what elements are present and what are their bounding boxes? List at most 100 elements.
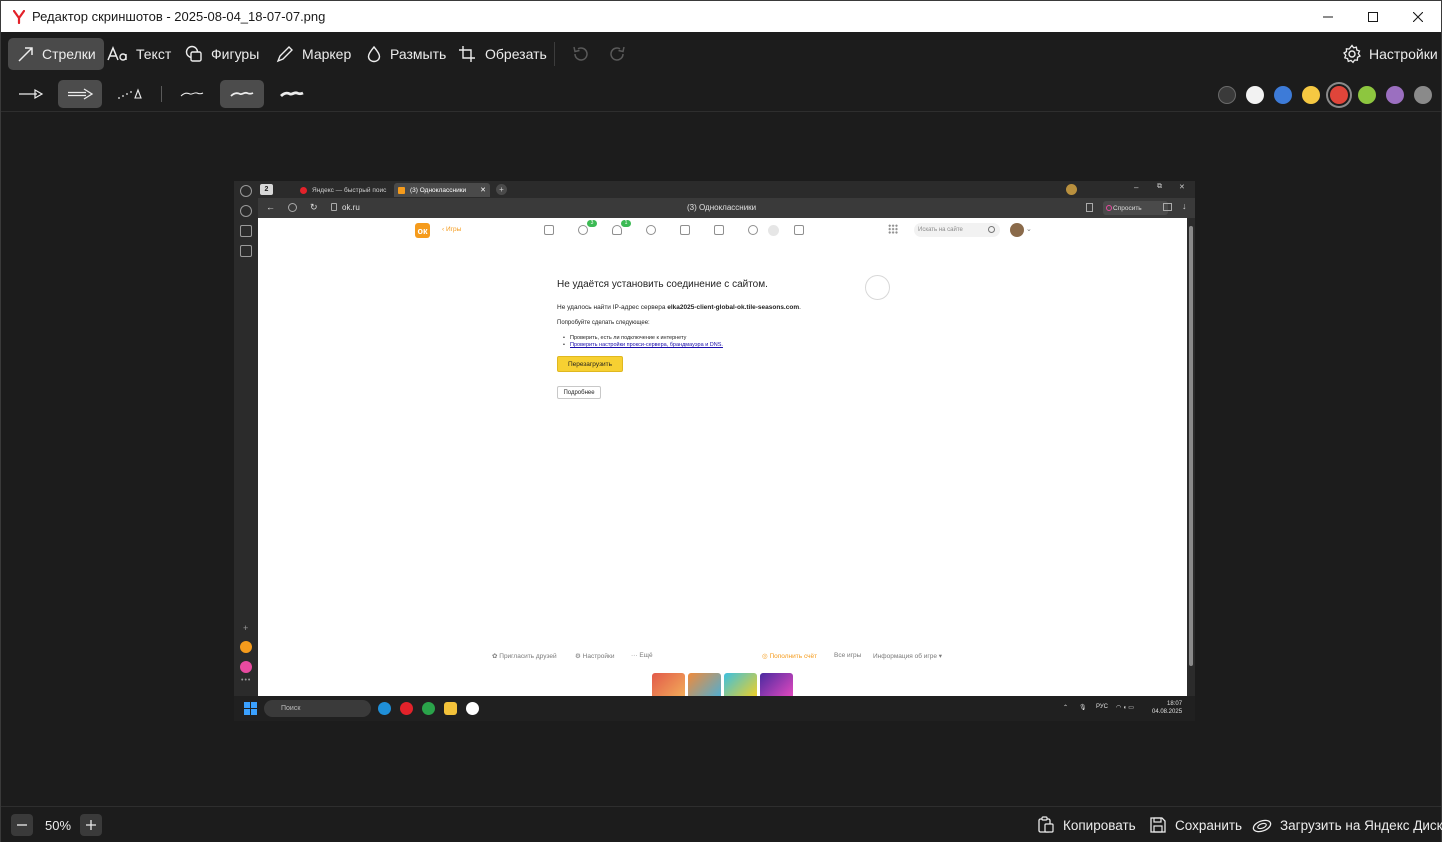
double-line-arrow-icon: [68, 88, 94, 100]
back-icon: ←: [266, 202, 275, 212]
footer-settings: ⚙ Настройки: [575, 653, 615, 660]
captured-screenshot[interactable]: + ••• 2 Яндекс — быстрый поис (3) Однокл…: [234, 181, 1195, 721]
screenshot-icon: [240, 245, 252, 257]
color-swatch-green[interactable]: [1358, 86, 1376, 104]
opera-icon: [400, 702, 413, 715]
settings-label: Настройки: [1369, 46, 1438, 62]
play-icon: [240, 205, 252, 217]
upload-disk-button[interactable]: Загрузить на Яндекс Диск: [1252, 815, 1442, 835]
error-suggestion-2: Проверить настройки прокси-сервера, бран…: [563, 342, 723, 348]
color-swatch-gray[interactable]: [1414, 86, 1432, 104]
settings-button[interactable]: Настройки: [1333, 38, 1442, 70]
color-swatch-dark[interactable]: [1218, 86, 1236, 104]
browser-address-bar: ← ↻ ok.ru (3) Одноклассники Спросить ↓: [258, 198, 1195, 218]
tool-label: Текст: [136, 46, 172, 62]
details-button: Подробнее: [557, 386, 601, 399]
address-page-title: (3) Одноклассники: [687, 203, 757, 212]
bell-icon: [612, 225, 622, 235]
arrow-style-double[interactable]: [58, 80, 102, 108]
footer-all-games: Все игры: [834, 652, 862, 659]
ask-alice-button: Спросить: [1103, 201, 1168, 215]
color-swatch-yellow[interactable]: [1302, 86, 1320, 104]
stroke-width-thin[interactable]: [170, 80, 214, 108]
tool-text[interactable]: Текст: [98, 38, 179, 70]
color-swatch-purple[interactable]: [1386, 86, 1404, 104]
reload-icon: ↻: [310, 202, 318, 212]
ok-favicon-icon: [398, 186, 405, 194]
screenshot-editor-window: Редактор скриншотов - 2025-08-04_18-07-0…: [0, 0, 1442, 842]
color-swatch-white[interactable]: [1246, 86, 1264, 104]
tool-marker[interactable]: Маркер: [266, 38, 359, 70]
tool-blur[interactable]: Размыть: [356, 38, 454, 70]
notifications-badge: 1: [621, 220, 631, 227]
tool-crop[interactable]: Обрезать: [449, 38, 555, 70]
stroke-width-thick[interactable]: [270, 80, 314, 108]
undo-button[interactable]: [570, 44, 590, 64]
minimize-button[interactable]: [1305, 1, 1351, 32]
save-icon: [1150, 817, 1166, 833]
close-button[interactable]: [1395, 1, 1441, 32]
tool-shapes[interactable]: Фигуры: [175, 38, 267, 70]
dotted-arrow-icon: [118, 88, 142, 99]
error-suggestion-1: Проверить, есть ли подключение к интерне…: [563, 335, 686, 341]
yandex-disk-icon: [1252, 819, 1272, 833]
arrow-style-dotted[interactable]: [108, 80, 152, 108]
wifi-icon: ◠ ◖ ▭: [1116, 705, 1134, 711]
save-button[interactable]: Сохранить: [1149, 815, 1242, 835]
windows-start-icon: [244, 702, 257, 715]
color-swatch-blue[interactable]: [1274, 86, 1292, 104]
error-title: Не удаётся установить соединение с сайто…: [557, 279, 768, 290]
browser-page: ок ‹ Игры 3 1 Искать на сайте ⌄ Не удаёт…: [258, 218, 1187, 696]
copy-icon: [1038, 816, 1054, 833]
zoom-in-button[interactable]: [80, 814, 102, 836]
chevron-down-icon: ⌄: [1026, 226, 1032, 233]
messages-badge: 3: [587, 220, 597, 227]
browser-scrollbar: [1187, 218, 1195, 696]
stroke-width-medium[interactable]: [220, 80, 264, 108]
game-thumbnail: [724, 673, 757, 696]
zoom-out-button[interactable]: [11, 814, 33, 836]
tool-label: Обрезать: [485, 46, 547, 62]
browser-tab-yandex[interactable]: Яндекс — быстрый поис: [296, 183, 390, 197]
collections-small-icon: [1163, 203, 1172, 211]
game-thumbnail: [760, 673, 793, 696]
footer-invite: ✿ Пригласить друзей: [492, 653, 557, 660]
zoom-level: 50%: [45, 818, 72, 833]
copy-label: Копировать: [1063, 817, 1136, 833]
bottom-bar: 50% Копировать Сохранить Загрузить на Ян…: [1, 806, 1442, 842]
xbox-icon: [422, 702, 435, 715]
options-divider: [161, 86, 162, 102]
taskbar-clock: 18:07 04.08.2025: [1152, 701, 1183, 715]
plus-icon: [86, 820, 96, 830]
tool-arrows[interactable]: Стрелки: [8, 38, 104, 70]
gift-icon: [714, 225, 724, 235]
address-url: ok.ru: [342, 203, 360, 212]
music-icon: [748, 225, 758, 235]
bookmark-icon: [1086, 203, 1093, 212]
game-thumbnail: [652, 673, 685, 696]
maximize-button[interactable]: [1350, 1, 1396, 32]
browser-tab-ok[interactable]: (3) Одноклассники ✕: [394, 183, 490, 197]
error-ip-line: Не удалось найти IP-адрес сервера elka20…: [557, 304, 801, 311]
ok-games-link: ‹ Игры: [442, 226, 462, 233]
collections-icon: [240, 225, 252, 237]
ok-sidebar-icon: [240, 641, 252, 653]
tool-label: Маркер: [302, 46, 352, 62]
copy-button[interactable]: Копировать: [1037, 815, 1136, 835]
browser-sidebar: + •••: [234, 181, 258, 696]
redo-icon: [610, 46, 625, 61]
new-tab-icon[interactable]: +: [496, 184, 507, 195]
mic-icon: 🎙: [1079, 705, 1087, 711]
redo-button[interactable]: [608, 44, 628, 64]
browser-restore-icon: ⧉: [1157, 183, 1162, 190]
tab-close-icon[interactable]: ✕: [480, 186, 486, 194]
crop-icon: [459, 46, 475, 62]
color-swatch-red[interactable]: [1330, 86, 1348, 104]
arrow-style-thin[interactable]: [9, 80, 53, 108]
minus-icon: [17, 824, 27, 826]
thin-stroke-icon: [180, 92, 204, 97]
editor-canvas[interactable]: + ••• 2 Яндекс — быстрый поис (3) Однокл…: [1, 112, 1441, 806]
footer-game-info: Информация об игре ▾: [873, 653, 943, 660]
close-icon: [1413, 11, 1423, 22]
arrow-icon: [18, 47, 33, 62]
